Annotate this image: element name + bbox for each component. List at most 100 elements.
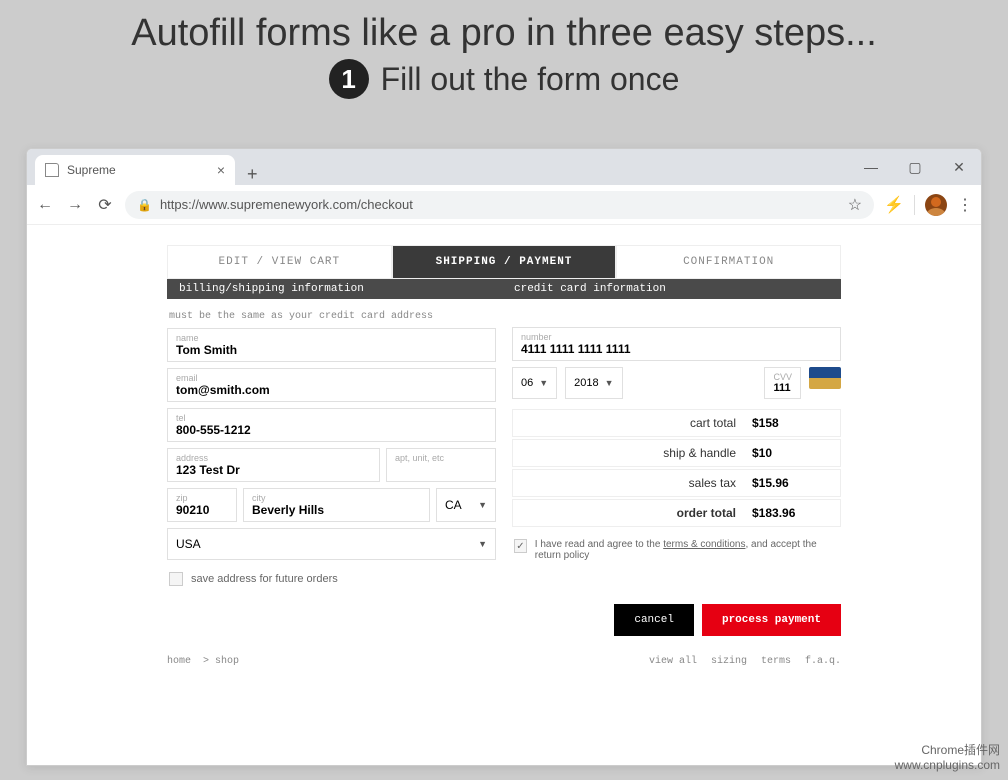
exp-month-select[interactable]: 06 ▼ bbox=[512, 367, 557, 399]
tab-bar: Supreme × + — ▢ ✕ bbox=[27, 149, 981, 185]
card-number-label: number bbox=[521, 332, 832, 342]
ship-label: ship & handle bbox=[521, 446, 752, 460]
card-number-value: 4111 1111 1111 1111 bbox=[521, 342, 832, 356]
tax-label: sales tax bbox=[521, 476, 752, 490]
cancel-button[interactable]: cancel bbox=[614, 604, 694, 636]
window-controls: — ▢ ✕ bbox=[849, 149, 981, 185]
city-field[interactable]: city Beverly Hills bbox=[243, 488, 430, 522]
url-text: https://www.supremenewyork.com/checkout bbox=[160, 197, 413, 212]
extension-lightning-icon[interactable]: ⚡ bbox=[884, 195, 904, 215]
order-totals: cart total $158 ship & handle $10 sales … bbox=[512, 409, 841, 527]
email-field[interactable]: email tom@smith.com bbox=[167, 368, 496, 402]
page-footer: home > shop view all sizing terms f.a.q. bbox=[167, 648, 841, 675]
action-buttons: cancel process payment bbox=[167, 592, 841, 648]
country-select[interactable]: USA ▼ bbox=[167, 528, 496, 560]
tab-title: Supreme bbox=[67, 163, 116, 177]
page-content: EDIT / VIEW CART SHIPPING / PAYMENT CONF… bbox=[27, 225, 981, 675]
footer-home-link[interactable]: home bbox=[167, 656, 191, 667]
tax-value: $15.96 bbox=[752, 476, 832, 490]
footer-sizing-link[interactable]: sizing bbox=[711, 656, 747, 667]
billing-helper-text: must be the same as your credit card add… bbox=[167, 305, 496, 328]
cvv-field[interactable]: CVV 111 bbox=[764, 367, 801, 399]
hero-subtitle-text: Fill out the form once bbox=[381, 61, 680, 98]
profile-avatar[interactable] bbox=[925, 194, 947, 216]
terms-text: I have read and agree to the terms & con… bbox=[535, 539, 839, 561]
email-label: email bbox=[176, 373, 487, 383]
maximize-button[interactable]: ▢ bbox=[893, 149, 937, 185]
city-value: Beverly Hills bbox=[252, 503, 421, 517]
email-value: tom@smith.com bbox=[176, 383, 487, 397]
back-button[interactable]: ← bbox=[35, 195, 55, 215]
reload-button[interactable]: ⟳ bbox=[95, 195, 115, 215]
browser-tab[interactable]: Supreme × bbox=[35, 155, 235, 185]
name-label: name bbox=[176, 333, 487, 343]
apt-field[interactable]: apt, unit, etc bbox=[386, 448, 496, 482]
zip-label: zip bbox=[176, 493, 228, 503]
footer-terms-link[interactable]: terms bbox=[761, 656, 791, 667]
section-headers: billing/shipping information credit card… bbox=[167, 279, 841, 299]
order-total-label: order total bbox=[521, 506, 752, 520]
order-total-value: $183.96 bbox=[752, 506, 832, 520]
zip-field[interactable]: zip 90210 bbox=[167, 488, 237, 522]
name-value: Tom Smith bbox=[176, 343, 487, 357]
menu-button[interactable]: ⋮ bbox=[957, 195, 973, 215]
cvv-value: 111 bbox=[773, 382, 792, 394]
card-number-field[interactable]: number 4111 1111 1111 1111 bbox=[512, 327, 841, 361]
save-address-label: save address for future orders bbox=[191, 573, 338, 585]
exp-month-value: 06 bbox=[521, 377, 533, 389]
chevron-down-icon: ▼ bbox=[605, 378, 614, 388]
tab-edit-cart[interactable]: EDIT / VIEW CART bbox=[167, 245, 392, 279]
billing-header: billing/shipping information bbox=[179, 283, 494, 295]
toolbar-separator bbox=[914, 195, 915, 215]
document-icon bbox=[45, 163, 59, 177]
order-total-row: order total $183.96 bbox=[512, 499, 841, 527]
exp-year-select[interactable]: 2018 ▼ bbox=[565, 367, 622, 399]
footer-view-all-link[interactable]: view all bbox=[649, 656, 697, 667]
toolbar: ← → ⟳ 🔒 https://www.supremenewyork.com/c… bbox=[27, 185, 981, 225]
footer-faq-link[interactable]: f.a.q. bbox=[805, 656, 841, 667]
forward-button[interactable]: → bbox=[65, 195, 85, 215]
terms-checkbox[interactable]: ✓ bbox=[514, 539, 527, 553]
process-payment-button[interactable]: process payment bbox=[702, 604, 841, 636]
close-tab-icon[interactable]: × bbox=[217, 162, 225, 178]
tel-label: tel bbox=[176, 413, 487, 423]
tab-shipping-payment[interactable]: SHIPPING / PAYMENT bbox=[392, 245, 617, 279]
billing-column: must be the same as your credit card add… bbox=[167, 299, 496, 592]
address-field[interactable]: address 123 Test Dr bbox=[167, 448, 380, 482]
close-window-button[interactable]: ✕ bbox=[937, 149, 981, 185]
new-tab-button[interactable]: + bbox=[235, 164, 270, 185]
save-address-row[interactable]: save address for future orders bbox=[167, 566, 496, 592]
address-bar[interactable]: 🔒 https://www.supremenewyork.com/checkou… bbox=[125, 191, 874, 219]
tel-value: 800-555-1212 bbox=[176, 423, 487, 437]
lock-icon: 🔒 bbox=[137, 198, 152, 212]
tab-confirmation[interactable]: CONFIRMATION bbox=[616, 245, 841, 279]
cart-total-label: cart total bbox=[521, 416, 752, 430]
minimize-button[interactable]: — bbox=[849, 149, 893, 185]
browser-window: Supreme × + — ▢ ✕ ← → ⟳ 🔒 https://www.su… bbox=[26, 148, 982, 766]
hero-title: Autofill forms like a pro in three easy … bbox=[0, 0, 1008, 55]
chevron-down-icon: ▼ bbox=[478, 500, 487, 510]
chevron-down-icon: ▼ bbox=[539, 378, 548, 388]
step-number-badge: 1 bbox=[329, 59, 369, 99]
chevron-down-icon: ▼ bbox=[478, 539, 487, 549]
cart-total-row: cart total $158 bbox=[512, 409, 841, 437]
cvv-label: CVV bbox=[773, 372, 792, 382]
save-address-checkbox[interactable] bbox=[169, 572, 183, 586]
state-select[interactable]: CA ▼ bbox=[436, 488, 496, 522]
tel-field[interactable]: tel 800-555-1212 bbox=[167, 408, 496, 442]
city-label: city bbox=[252, 493, 421, 503]
tax-total-row: sales tax $15.96 bbox=[512, 469, 841, 497]
terms-row[interactable]: ✓ I have read and agree to the terms & c… bbox=[512, 529, 841, 571]
name-field[interactable]: name Tom Smith bbox=[167, 328, 496, 362]
terms-link[interactable]: terms & conditions bbox=[663, 539, 745, 550]
bookmark-star-icon[interactable]: ☆ bbox=[848, 195, 862, 215]
footer-shop-link[interactable]: > shop bbox=[203, 656, 239, 667]
ship-value: $10 bbox=[752, 446, 832, 460]
card-brand-icon bbox=[809, 367, 841, 389]
hero-subtitle-row: 1 Fill out the form once bbox=[0, 55, 1008, 99]
address-label: address bbox=[176, 453, 371, 463]
country-value: USA bbox=[176, 537, 201, 551]
zip-value: 90210 bbox=[176, 503, 228, 517]
address-value: 123 Test Dr bbox=[176, 463, 371, 477]
watermark: Chrome插件网 www.cnplugins.com bbox=[895, 743, 1000, 774]
